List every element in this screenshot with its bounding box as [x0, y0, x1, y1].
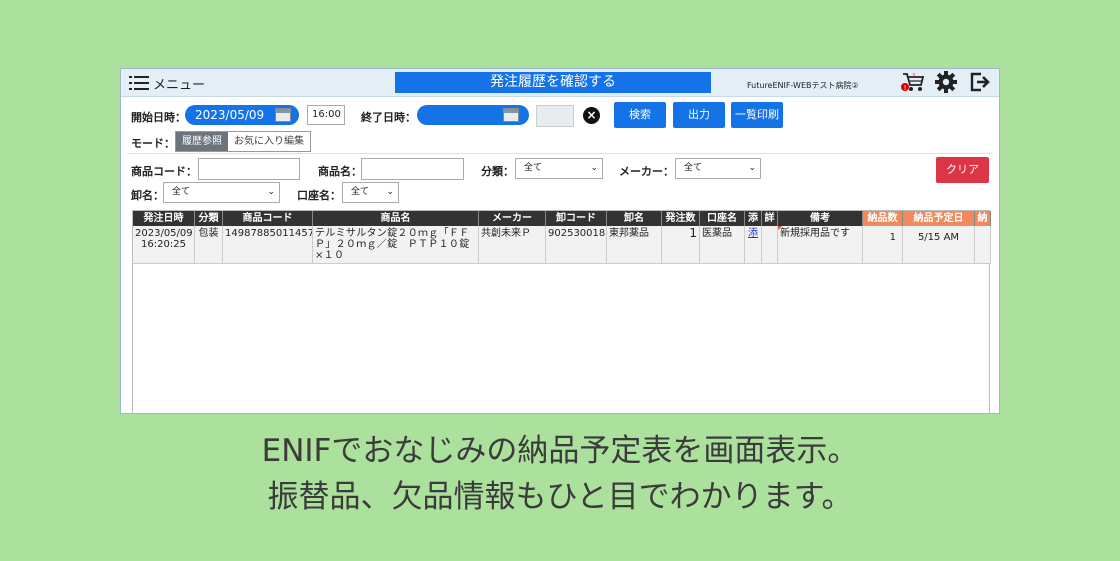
cell-account: 医薬品 — [700, 226, 745, 264]
account-label: 口座名： — [297, 189, 341, 202]
cell-extra — [975, 226, 991, 264]
note-marker-icon — [778, 226, 782, 230]
cell-delivered-qty: 1 — [863, 226, 903, 264]
product-code-input[interactable] — [198, 158, 300, 180]
attach-link[interactable]: 添 — [748, 228, 758, 239]
menu-label: メニュー — [153, 77, 206, 93]
wholesaler-label: 卸名： — [131, 189, 164, 202]
end-date-label: 終了日時： — [361, 111, 416, 124]
chevron-down-icon: ⌄ — [748, 163, 756, 173]
caption-line-2: 振替品、欠品情報もひと目でわかります。 — [267, 479, 853, 515]
product-code-label: 商品コード： — [131, 165, 197, 178]
logout-icon[interactable] — [969, 71, 991, 93]
maker-label: メーカー： — [619, 165, 674, 178]
wholesaler-value: 全て — [172, 187, 191, 197]
mode-favorites[interactable]: お気に入り編集 — [228, 132, 310, 151]
mode-label: モード： — [131, 137, 175, 150]
cart-icon[interactable]: ! 1 — [901, 71, 925, 93]
chevron-down-icon: ⌄ — [386, 187, 394, 197]
cell-wholesaler-code: 902530018 — [546, 226, 607, 264]
cell-time: 16:20:25 — [141, 239, 186, 250]
cell-maker: 共創未来Ｐ — [479, 226, 546, 264]
cell-product-name: テルミサルタン錠２０ｍｇ「ＦＦＰ」２０ｍｇ／錠 ＰＴＰ１０錠×１０ — [313, 226, 479, 264]
col-account[interactable]: 口座名 — [700, 211, 745, 226]
cell-category: 包装 — [195, 226, 223, 264]
col-category[interactable]: 分類 — [195, 211, 223, 226]
caption-line-1: ENIFでおなじみの納品予定表を画面表示。 — [261, 433, 859, 469]
calendar-icon[interactable] — [503, 108, 519, 122]
end-date-input[interactable] — [417, 105, 529, 125]
cell-product-code: 14987885011457 — [223, 226, 313, 264]
search-button[interactable]: 検索 — [614, 102, 666, 128]
account-select[interactable]: 全て ⌄ — [342, 182, 399, 203]
col-product-name[interactable]: 商品名 — [313, 211, 479, 226]
cell-delivery-date: 5/15 AM — [903, 226, 975, 264]
category-value: 全て — [524, 163, 543, 173]
clear-button[interactable]: クリア — [936, 157, 989, 183]
hamburger-icon — [129, 75, 149, 91]
cell-detail — [762, 226, 778, 264]
col-wholesaler[interactable]: 卸名 — [607, 211, 662, 226]
gear-icon[interactable] — [935, 71, 957, 93]
app-window: メニュー 発注履歴を確認する FutureENIF-WEBテスト病院② ! 1 — [120, 68, 1000, 414]
user-name: FutureENIF-WEBテスト病院② — [747, 81, 859, 90]
mode-toggle: 履歴参照 お気に入り編集 — [175, 131, 311, 152]
end-time-input[interactable] — [536, 105, 574, 127]
clear-end-date-icon[interactable]: × — [583, 107, 600, 124]
col-wholesaler-code[interactable]: 卸コード — [546, 211, 607, 226]
wholesaler-select[interactable]: 全て ⌄ — [163, 182, 280, 203]
col-attach[interactable]: 添 — [745, 211, 762, 226]
maker-select[interactable]: 全て ⌄ — [675, 158, 761, 179]
table-header: 発注日時 分類 商品コード 商品名 メーカー 卸コード 卸名 発注数 口座名 添… — [133, 211, 991, 226]
col-note[interactable]: 備考 — [778, 211, 863, 226]
col-order-date[interactable]: 発注日時 — [133, 211, 195, 226]
col-maker[interactable]: メーカー — [479, 211, 546, 226]
calendar-icon[interactable] — [275, 108, 291, 122]
header-bar: メニュー 発注履歴を確認する FutureENIF-WEBテスト病院② ! 1 — [121, 69, 999, 97]
start-date-label: 開始日時： — [131, 111, 186, 124]
chevron-down-icon: ⌄ — [267, 187, 275, 197]
mode-history[interactable]: 履歴参照 — [176, 132, 228, 151]
col-delivered-qty[interactable]: 納品数 — [863, 211, 903, 226]
cell-date: 2023/05/09 — [135, 228, 193, 239]
cart-badge: 1 — [912, 73, 916, 80]
col-detail[interactable]: 詳 — [762, 211, 778, 226]
chevron-down-icon: ⌄ — [590, 163, 598, 173]
output-button[interactable]: 出力 — [673, 102, 725, 128]
product-name-label: 商品名： — [318, 165, 362, 178]
cell-wholesaler: 東邦薬品 — [607, 226, 662, 264]
col-order-qty[interactable]: 発注数 — [662, 211, 700, 226]
col-delivery-date[interactable]: 納品予定日 — [903, 211, 975, 226]
svg-text:!: ! — [904, 84, 907, 92]
divider — [127, 153, 993, 154]
maker-value: 全て — [684, 163, 703, 173]
start-date-value: 2023/05/09 — [195, 108, 265, 122]
table-row[interactable]: 2023/05/09 16:20:25 包装 14987885011457 テル… — [133, 226, 991, 264]
col-product-code[interactable]: 商品コード — [223, 211, 313, 226]
cell-note: 新規採用品です — [778, 226, 863, 264]
start-time-input[interactable]: 16:00 — [307, 105, 345, 125]
cell-order-qty: 1 — [662, 226, 700, 264]
account-value: 全て — [351, 187, 370, 197]
cell-attach: 添 — [745, 226, 762, 264]
start-date-input[interactable]: 2023/05/09 — [185, 105, 299, 125]
print-button[interactable]: 一覧印刷 — [731, 102, 783, 128]
menu-button[interactable]: メニュー — [129, 73, 205, 93]
cell-order-date: 2023/05/09 16:20:25 — [133, 226, 195, 264]
caption: ENIFでおなじみの納品予定表を画面表示。 振替品、欠品情報もひと目でわかります… — [0, 428, 1120, 520]
note-text: 新規採用品です — [780, 228, 850, 239]
col-extra[interactable]: 納 — [975, 211, 991, 226]
category-label: 分類： — [481, 165, 514, 178]
page-title: 発注履歴を確認する — [395, 72, 711, 93]
order-history-table: 発注日時 分類 商品コード 商品名 メーカー 卸コード 卸名 発注数 口座名 添… — [132, 210, 991, 413]
category-select[interactable]: 全て ⌄ — [515, 158, 603, 179]
product-name-input[interactable] — [361, 158, 464, 180]
